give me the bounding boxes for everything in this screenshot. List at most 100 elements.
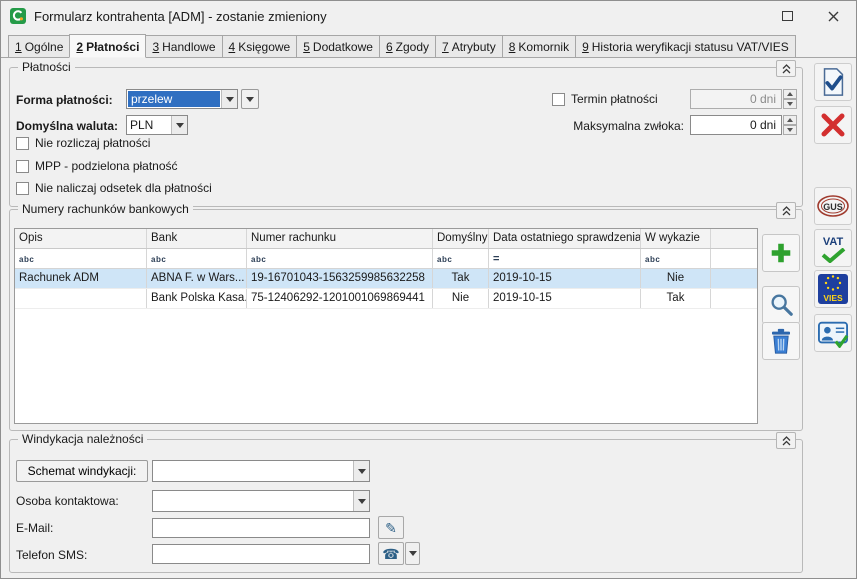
tab-ksiegowe[interactable]: 4Księgowe: [222, 35, 298, 58]
collapse-payments-button[interactable]: [776, 60, 796, 77]
contractor-verify-button[interactable]: [814, 314, 852, 352]
tab-label: Ogólne: [25, 40, 64, 54]
bank-accounts-group: Numery rachunków bankowych Opis Bank Num…: [9, 209, 803, 431]
termin-platnosci-checkbox-row[interactable]: Termin płatności: [552, 92, 658, 106]
nie-rozliczaj-checkbox-row[interactable]: Nie rozliczaj płatności: [16, 136, 150, 150]
titlebar: Formularz kontrahenta [ADM] - zostanie z…: [1, 1, 856, 31]
tab-handlowe[interactable]: 3Handlowe: [145, 35, 222, 58]
mpp-checkbox-row[interactable]: MPP - podzielona płatność: [16, 159, 178, 173]
telefon-sms-input[interactable]: [152, 544, 370, 564]
maximize-button[interactable]: [764, 1, 810, 31]
vat-label: VAT: [823, 237, 843, 248]
forma-platnosci-list-button[interactable]: [241, 89, 259, 109]
trash-icon: [769, 328, 793, 355]
tab-platnosci[interactable]: 2Płatności: [69, 34, 146, 58]
column-header-opis[interactable]: Opis: [15, 229, 147, 248]
checkbox-label: MPP - podzielona płatność: [35, 159, 178, 173]
schemat-windykacji-combo[interactable]: [152, 460, 370, 482]
maksymalna-zwloka-field[interactable]: 0 dni: [690, 115, 782, 135]
mpp-checkbox[interactable]: [16, 160, 29, 173]
sms-options-button[interactable]: [405, 542, 420, 565]
combo-value: PLN: [127, 116, 171, 134]
plus-icon: [768, 240, 794, 266]
filter-cell[interactable]: abc: [247, 249, 433, 268]
tab-dodatkowe[interactable]: 5Dodatkowe: [296, 35, 380, 58]
spin-down-button[interactable]: [783, 125, 797, 135]
collapse-debt-collection-button[interactable]: [776, 432, 796, 449]
tab-label: Handlowe: [162, 40, 215, 54]
table-cell-filler: [711, 289, 757, 308]
table-cell: ABNA F. w Wars...: [147, 269, 247, 288]
filter-cell[interactable]: abc: [15, 249, 147, 268]
tab-bar: 1Ogólne 2Płatności 3Handlowe 4Księgowe 5…: [1, 32, 856, 58]
column-header-data[interactable]: Data ostatniego sprawdzenia: [489, 229, 641, 248]
text-filter-icon: abc: [19, 255, 34, 264]
save-button[interactable]: [814, 63, 852, 101]
collapse-bank-accounts-button[interactable]: [776, 202, 796, 219]
forma-platnosci-combo[interactable]: przelew: [126, 89, 238, 109]
tab-label: Historia weryfikacji statusu VAT/VIES: [592, 40, 789, 54]
column-header-numer[interactable]: Numer rachunku: [247, 229, 433, 248]
text-filter-icon: abc: [437, 255, 452, 264]
tab-atrybuty[interactable]: 7Atrybuty: [435, 35, 503, 58]
text-filter-icon: abc: [251, 255, 266, 264]
cancel-x-icon: [820, 112, 846, 138]
tab-num: 7: [442, 40, 449, 54]
tab-num: 8: [509, 40, 516, 54]
chevron-down-icon: [353, 491, 369, 511]
send-email-button[interactable]: ✎: [378, 516, 404, 539]
delete-account-button[interactable]: [762, 322, 800, 360]
tab-label: Księgowe: [238, 40, 290, 54]
checkbox-label: Nie naliczaj odsetek dla płatności: [35, 181, 212, 195]
table-cell: Tak: [641, 289, 711, 308]
tab-zgody[interactable]: 6Zgody: [379, 35, 436, 58]
tab-historia-vat-vies[interactable]: 9Historia weryfikacji statusu VAT/VIES: [575, 35, 796, 58]
tab-komornik[interactable]: 8Komornik: [502, 35, 576, 58]
maksymalna-zwloka-label: Maksymalna zwłoka:: [542, 119, 684, 133]
gus-label: GUS: [815, 202, 851, 212]
column-header-domyslny[interactable]: Domyślny: [433, 229, 489, 248]
chevron-down-icon: [409, 551, 417, 556]
filter-cell[interactable]: abc: [641, 249, 711, 268]
vat-status-button[interactable]: VAT: [814, 229, 852, 267]
nie-rozliczaj-checkbox[interactable]: [16, 137, 29, 150]
eu-flag-icon: VIES: [818, 274, 848, 304]
spin-up-button[interactable]: [783, 115, 797, 125]
chevron-down-icon: [171, 116, 187, 134]
gus-button[interactable]: GUS: [814, 187, 852, 225]
termin-platnosci-checkbox[interactable]: [552, 93, 565, 106]
nie-naliczaj-odsetek-checkbox[interactable]: [16, 182, 29, 195]
table-header-row: Opis Bank Numer rachunku Domyślny Data o…: [15, 229, 757, 249]
column-header-bank[interactable]: Bank: [147, 229, 247, 248]
tab-ogolne[interactable]: 1Ogólne: [8, 35, 70, 58]
tab-num: 9: [582, 40, 589, 54]
filter-cell[interactable]: abc: [147, 249, 247, 268]
tab-label: Zgody: [396, 40, 429, 54]
send-sms-button[interactable]: ☎: [378, 542, 404, 565]
check-icon: [820, 248, 846, 263]
contractor-form-window: Formularz kontrahenta [ADM] - zostanie z…: [0, 0, 857, 579]
telefon-sms-label: Telefon SMS:: [16, 548, 87, 562]
add-account-button[interactable]: [762, 234, 800, 272]
vies-button[interactable]: VIES: [814, 270, 852, 308]
column-header-filler: [711, 229, 757, 248]
view-account-button[interactable]: [762, 286, 800, 324]
filter-cell[interactable]: =: [489, 249, 641, 268]
table-cell: 19-16701043-1563259985632258: [247, 269, 433, 288]
equals-filter-icon: =: [493, 253, 500, 265]
checkbox-label: Termin płatności: [571, 92, 658, 106]
filter-cell[interactable]: abc: [433, 249, 489, 268]
tab-num: 1: [15, 40, 22, 54]
schemat-windykacji-button[interactable]: Schemat windykacji:: [16, 460, 148, 482]
group-title: Windykacja należności: [18, 432, 147, 446]
domyslna-waluta-combo[interactable]: PLN: [126, 115, 188, 135]
osoba-kontaktowa-combo[interactable]: [152, 490, 370, 512]
table-row[interactable]: Rachunek ADM ABNA F. w Wars... 19-167010…: [15, 269, 757, 289]
email-input[interactable]: [152, 518, 370, 538]
nie-naliczaj-odsetek-checkbox-row[interactable]: Nie naliczaj odsetek dla płatności: [16, 181, 212, 195]
column-header-wykaz[interactable]: W wykazie: [641, 229, 711, 248]
table-row[interactable]: Bank Polska Kasa... 75-12406292-12010010…: [15, 289, 757, 309]
close-button[interactable]: [810, 1, 856, 31]
cancel-button[interactable]: [814, 106, 852, 144]
tab-label: Dodatkowe: [313, 40, 373, 54]
